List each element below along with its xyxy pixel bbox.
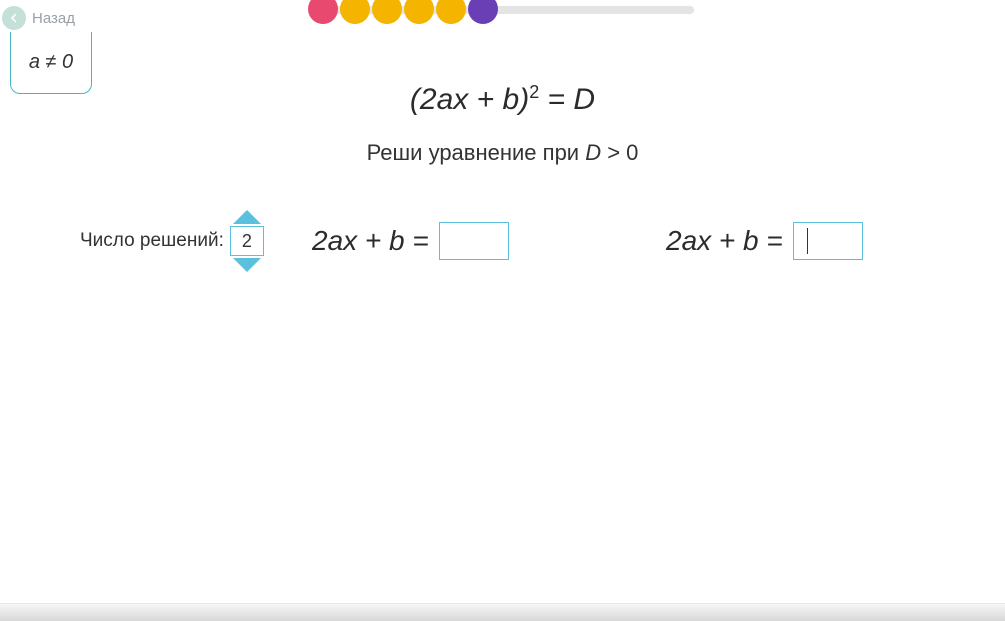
- eq-plus: +: [468, 83, 502, 116]
- progress-dot: [468, 0, 498, 24]
- stepper-down-icon[interactable]: [233, 258, 261, 272]
- prompt: Реши уравнение при D > 0: [0, 140, 1005, 166]
- prompt-cond: > 0: [601, 140, 638, 165]
- eq-close: ): [519, 83, 529, 116]
- solutions-label: Число решений:: [80, 230, 224, 252]
- answer-input-2-wrap: [793, 222, 863, 260]
- prompt-prefix: Реши уравнение при: [367, 140, 586, 165]
- eq-equals: =: [539, 83, 573, 116]
- answer-input-2[interactable]: [793, 222, 863, 260]
- progress-dot: [340, 0, 370, 24]
- eq-term2: b: [503, 83, 520, 116]
- stepper-value[interactable]: 2: [230, 226, 264, 256]
- main-equation: (2ax + b)2 = D: [0, 82, 1005, 117]
- solutions-stepper: Число решений: 2: [80, 210, 264, 272]
- eq-line-2-text: 2ax + b =: [666, 225, 783, 257]
- progress-dot: [308, 0, 338, 24]
- progress-bar: [314, 6, 694, 14]
- equation-line-1: 2ax + b =: [312, 222, 509, 260]
- answer-input-1[interactable]: [439, 222, 509, 260]
- chevron-left-icon: [8, 12, 20, 24]
- back-nav: Назад: [2, 6, 75, 30]
- equation-line-2: 2ax + b =: [666, 222, 863, 260]
- prompt-var: D: [585, 140, 601, 165]
- eq-line-1-text: 2ax + b =: [312, 225, 429, 257]
- bottom-bar: [0, 603, 1005, 621]
- text-cursor: [807, 228, 808, 254]
- progress-track: [314, 6, 694, 14]
- stepper: 2: [230, 210, 264, 272]
- stepper-up-icon[interactable]: [233, 210, 261, 224]
- eq-exp: 2: [529, 82, 539, 102]
- progress-dots: [308, 0, 498, 24]
- back-button[interactable]: [2, 6, 26, 30]
- condition-text: a ≠ 0: [29, 51, 73, 74]
- eq-rhs: D: [573, 83, 595, 116]
- back-label: Назад: [32, 10, 75, 27]
- progress-dot: [372, 0, 402, 24]
- progress-dot: [436, 0, 466, 24]
- eq-open: (: [410, 83, 420, 116]
- eq-term1: 2ax: [420, 83, 468, 116]
- progress-dot: [404, 0, 434, 24]
- stepper-value-text: 2: [242, 231, 252, 252]
